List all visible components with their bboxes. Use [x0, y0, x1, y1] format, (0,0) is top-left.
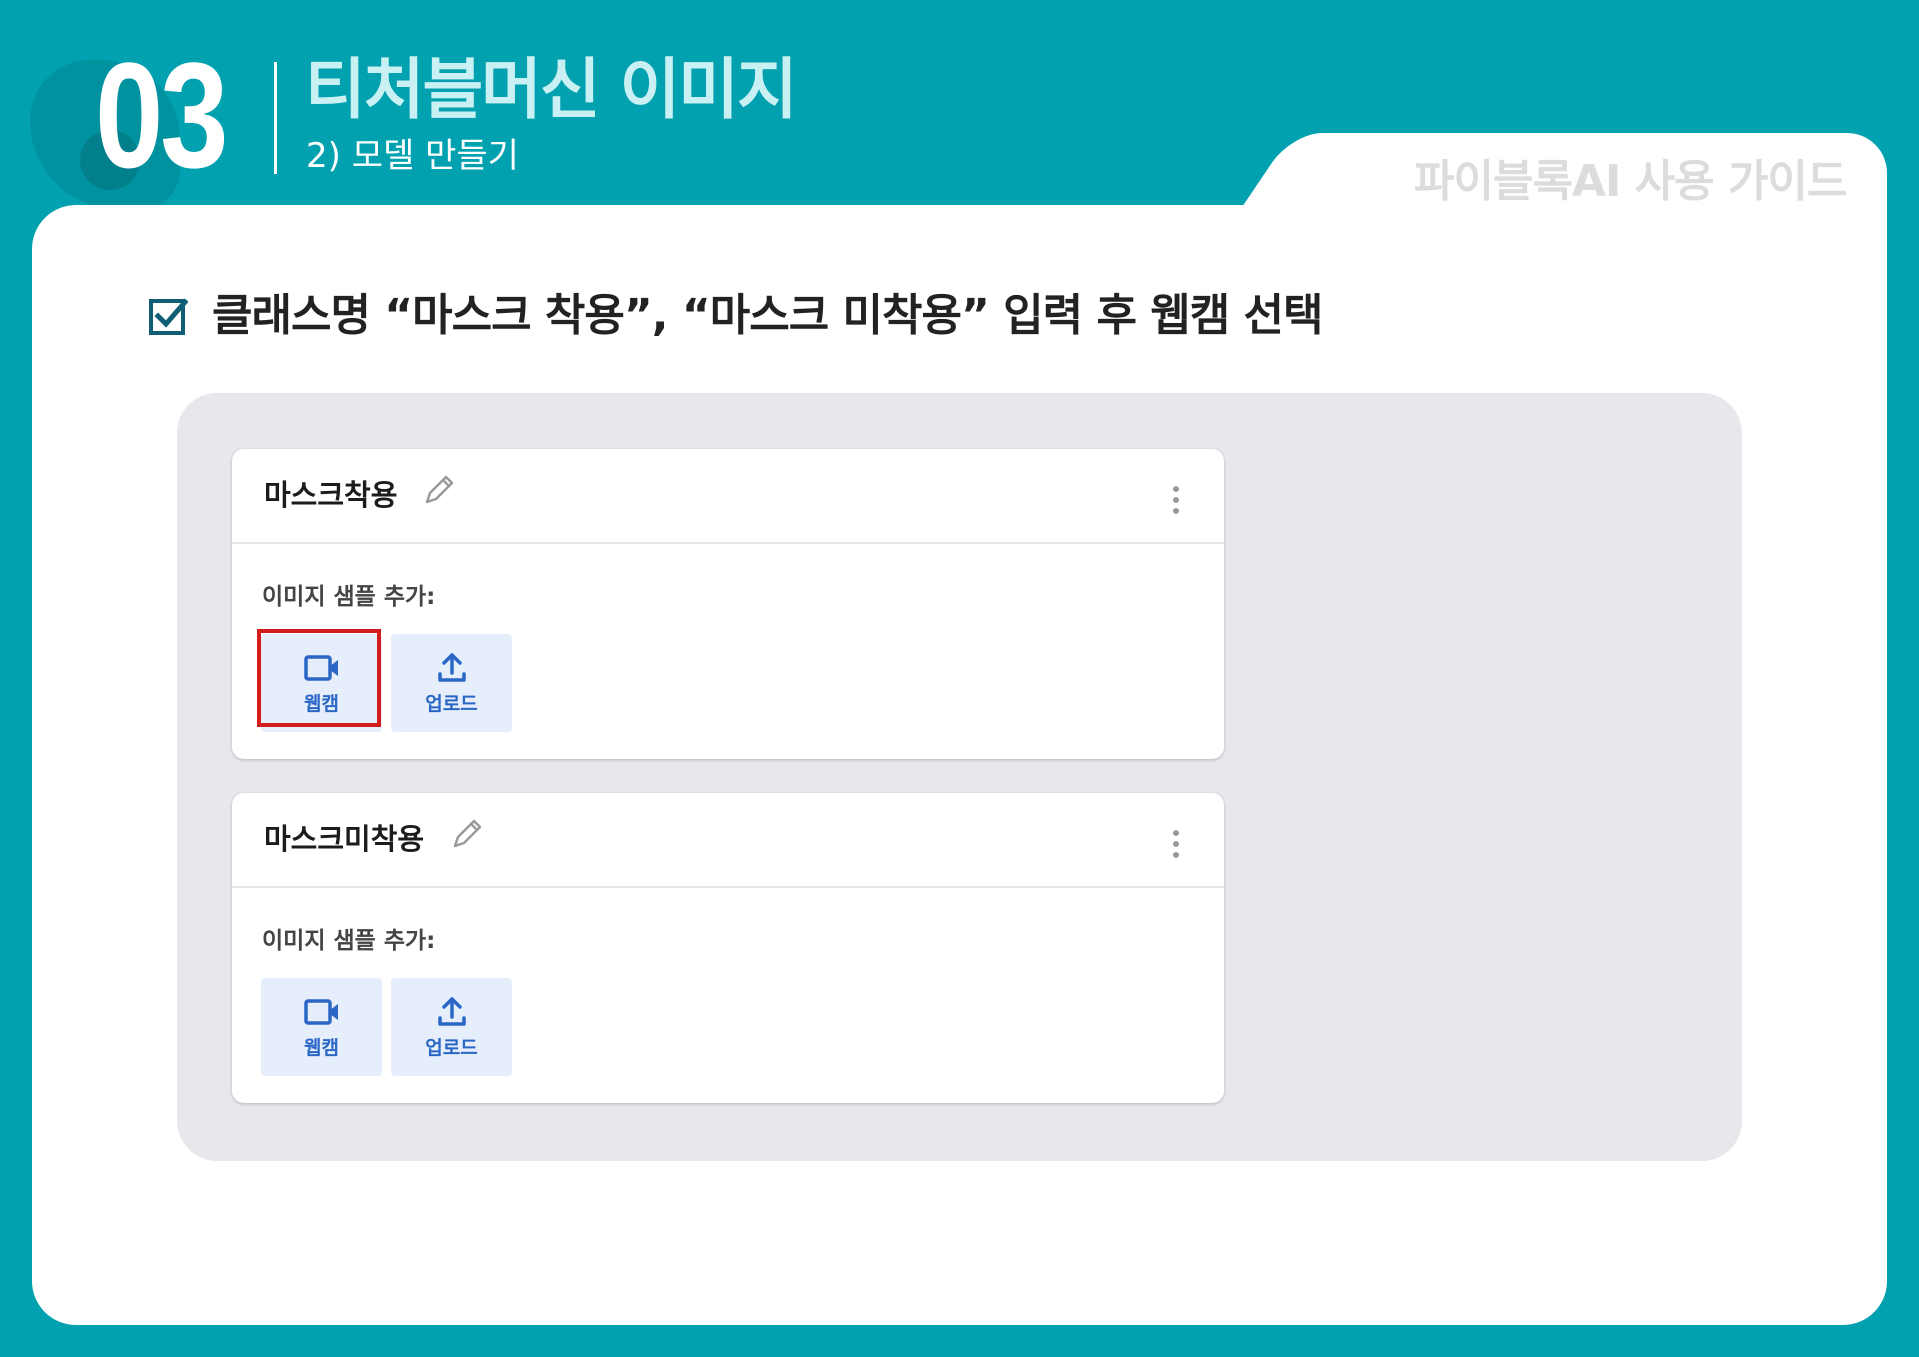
- class-name[interactable]: 마스크착용: [264, 477, 397, 513]
- more-vertical-icon[interactable]: [1172, 829, 1180, 859]
- class-name[interactable]: 마스크미착용: [264, 821, 424, 857]
- upload-icon: [437, 997, 466, 1026]
- webcam-button[interactable]: 웹캠: [261, 978, 382, 1076]
- upload-button[interactable]: 업로드: [391, 634, 512, 732]
- class-card-2: 마스크미착용 이미지 샘플 추가: 웹캠 업로드: [232, 793, 1224, 1103]
- page-subtitle: 2) 모델 만들기: [306, 136, 519, 176]
- section-number: 03: [95, 31, 229, 199]
- pencil-icon[interactable]: [450, 817, 484, 851]
- upload-label: 업로드: [425, 1037, 478, 1059]
- instruction: 클래스명 “마스크 착용”, “마스크 미착용” 입력 후 웹캠 선택: [148, 290, 1323, 342]
- video-camera-icon: [303, 999, 338, 1025]
- guide-label: 파이블록AI 사용 가이드: [1414, 156, 1847, 207]
- check-square-icon: [149, 298, 188, 335]
- sample-label: 이미지 샘플 추가:: [262, 584, 436, 610]
- upload-icon: [437, 653, 466, 682]
- class-card-body: 이미지 샘플 추가: 웹캠 업로드: [232, 888, 1224, 1103]
- webcam-highlight-box: [257, 629, 381, 727]
- class-card-header: 마스크미착용: [232, 793, 1224, 888]
- header-divider: [274, 62, 277, 174]
- class-card-header: 마스크착용: [232, 449, 1224, 544]
- sample-label: 이미지 샘플 추가:: [262, 928, 436, 954]
- teachable-machine-panel: 마스크착용 이미지 샘플 추가: 웹캠 업로드 마스크미착용 이미지 샘플 추가…: [177, 393, 1742, 1161]
- page-title: 티처블머신 이미지: [305, 51, 798, 128]
- pencil-icon[interactable]: [422, 473, 456, 507]
- webcam-label: 웹캠: [304, 1037, 339, 1059]
- upload-label: 업로드: [425, 693, 478, 715]
- instruction-text: 클래스명 “마스크 착용”, “마스크 미착용” 입력 후 웹캠 선택: [212, 290, 1323, 341]
- more-vertical-icon[interactable]: [1172, 485, 1180, 515]
- upload-button[interactable]: 업로드: [391, 978, 512, 1076]
